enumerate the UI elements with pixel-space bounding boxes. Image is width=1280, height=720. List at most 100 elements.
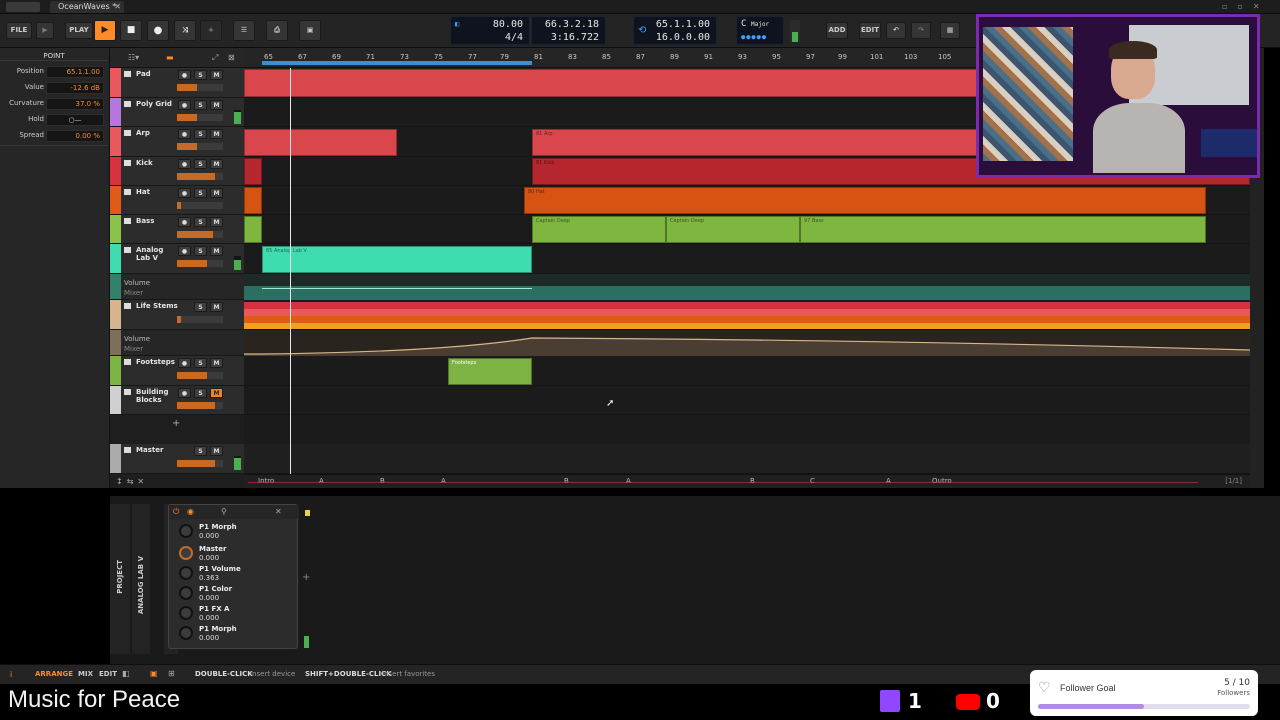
grid-icon[interactable]: ▦ — [940, 22, 960, 39]
key-display[interactable]: C Major ●●●●● — [736, 16, 784, 45]
volume-slider[interactable] — [177, 173, 223, 180]
automation-lane-header[interactable]: Volume Mixer — [110, 274, 244, 300]
mute-button[interactable]: M — [210, 100, 223, 110]
track-master[interactable]: Master SM — [110, 444, 244, 474]
track-name[interactable]: Analog Lab V — [136, 246, 174, 262]
remote-control[interactable]: P1 Morph 0.000 — [175, 624, 300, 644]
close-icon[interactable]: ✕ — [275, 507, 282, 516]
record-button[interactable]: ● — [147, 20, 169, 41]
track-kick[interactable]: Kick ● S M — [110, 157, 244, 186]
redo-icon[interactable]: ↷ — [911, 22, 931, 39]
mute-button[interactable]: M — [210, 188, 223, 198]
cue-marker[interactable]: C — [810, 477, 815, 485]
clip[interactable]: Footsteps — [448, 358, 532, 385]
hold-toggle[interactable]: ○— — [46, 114, 104, 126]
loop-start[interactable]: 65.1.1.00 — [656, 19, 710, 30]
record-arm-button[interactable]: ● — [178, 70, 191, 80]
knob-icon[interactable] — [179, 606, 193, 620]
device-panel-icon[interactable]: ▣ — [150, 669, 158, 678]
solo-button[interactable]: S — [194, 388, 207, 398]
volume-slider[interactable] — [177, 84, 223, 91]
knob-icon[interactable] — [179, 524, 193, 538]
cue-marker[interactable]: A — [626, 477, 631, 485]
track-bass[interactable]: Bass ● S M — [110, 215, 244, 244]
cue-marker[interactable]: B — [564, 477, 569, 485]
lane-building-blocks[interactable] — [244, 386, 1250, 415]
edit-tab[interactable]: EDIT — [99, 670, 117, 678]
play-label[interactable]: PLAY — [65, 22, 93, 39]
clip[interactable]: 65 Analog Lab V — [262, 246, 532, 273]
time-signature[interactable]: 4/4 — [505, 32, 523, 43]
automation-lane-header[interactable]: Volume Mixer — [110, 330, 244, 356]
arrange-tab[interactable]: ARRANGE — [35, 670, 73, 678]
loop-display[interactable]: ⟲ 65.1.1.00 16.0.0.00 — [633, 16, 717, 45]
knob-icon[interactable] — [179, 626, 193, 640]
solo-button[interactable]: S — [194, 302, 207, 312]
record-arm-button[interactable]: ● — [178, 100, 191, 110]
remote-control[interactable]: P1 Volume 0.363 — [175, 564, 300, 584]
knob-icon[interactable] — [179, 566, 193, 580]
remote-control[interactable]: Master 0.000 — [175, 544, 300, 564]
spread-value[interactable]: 0.00 % — [46, 130, 104, 142]
device-tab[interactable]: ANALOG LAB V — [137, 556, 145, 614]
cue-marker[interactable]: A — [886, 477, 891, 485]
knob-icon[interactable] — [179, 586, 193, 600]
cue-marker[interactable]: Outro — [932, 477, 952, 485]
record-arm-button[interactable]: ● — [178, 159, 191, 169]
curvature-value[interactable]: 37.0 % — [46, 98, 104, 110]
arranger-tools[interactable]: ↕⇆✕ — [116, 477, 148, 486]
app-logo-icon[interactable] — [6, 2, 40, 12]
cue-marker[interactable]: B — [380, 477, 385, 485]
lane-footsteps[interactable]: Footsteps — [244, 356, 1250, 386]
print-icon[interactable]: ⎙ — [266, 20, 288, 41]
cue-marker[interactable]: Intro — [258, 477, 274, 485]
volume-slider[interactable] — [177, 202, 223, 209]
solo-button[interactable]: S — [194, 246, 207, 256]
lane-bass[interactable]: Captain Deep Captain Deep 97 Bass — [244, 215, 1250, 244]
edit-button[interactable]: EDIT — [859, 22, 881, 39]
zoom-icon[interactable]: ⊠ — [228, 53, 235, 62]
remote-control[interactable]: P1 Morph 0.000 — [175, 522, 300, 542]
preset-icon[interactable]: ◉ — [187, 507, 194, 516]
remote-control[interactable]: P1 FX A 0.000 — [175, 604, 300, 624]
file-menu-button[interactable]: FILE — [6, 22, 32, 39]
solo-button[interactable]: S — [194, 446, 207, 456]
list-icon[interactable]: ☷▾ — [128, 53, 139, 62]
undo-icon[interactable]: ↶ — [886, 22, 906, 39]
mute-button[interactable]: M — [210, 217, 223, 227]
automation-lane[interactable] — [244, 274, 1250, 300]
automation-write-icon[interactable]: ⤨ — [174, 20, 196, 41]
remote-control[interactable]: P1 Color 0.000 — [175, 584, 300, 604]
loop-region[interactable] — [262, 61, 532, 65]
stop-button[interactable]: ■ — [120, 20, 142, 41]
value-value[interactable]: -12.6 dB — [46, 82, 104, 94]
project-tab[interactable]: PROJECT — [116, 560, 124, 594]
solo-button[interactable]: S — [194, 358, 207, 368]
clip[interactable] — [244, 158, 262, 185]
record-arm-button[interactable]: ● — [178, 188, 191, 198]
track-building-blocks[interactable]: Building Blocks ● S M — [110, 386, 244, 415]
play-button[interactable]: ▶ — [94, 20, 116, 41]
clip[interactable]: Captain Deep — [532, 216, 666, 243]
mute-button[interactable]: M — [210, 302, 223, 312]
volume-slider[interactable] — [177, 372, 223, 379]
add-icon[interactable]: + — [200, 20, 222, 41]
record-arm-button[interactable]: ● — [178, 358, 191, 368]
volume-slider[interactable] — [177, 260, 223, 267]
record-arm-button[interactable]: ● — [178, 246, 191, 256]
layout-icon[interactable]: ☰ — [233, 20, 255, 41]
track-footsteps[interactable]: Footsteps ● S M — [110, 356, 244, 386]
volume-slider[interactable] — [177, 316, 223, 323]
track-color-icon[interactable]: ▬ — [166, 53, 174, 62]
mute-button[interactable]: M — [210, 159, 223, 169]
cue-marker[interactable]: B — [750, 477, 755, 485]
mute-button[interactable]: M — [210, 388, 223, 398]
solo-button[interactable]: S — [194, 217, 207, 227]
lane-analog-lab[interactable]: 65 Analog Lab V — [244, 244, 1250, 274]
volume-slider[interactable] — [177, 143, 223, 150]
track-analog-lab[interactable]: Analog Lab V ● S M — [110, 244, 244, 274]
search-icon[interactable]: ⚲ — [221, 507, 227, 516]
mix-tab[interactable]: MIX — [78, 670, 93, 678]
mute-button[interactable]: M — [210, 358, 223, 368]
cue-marker-lane[interactable]: Intro A B A B A B C A Outro [1/1] — [244, 474, 1250, 488]
